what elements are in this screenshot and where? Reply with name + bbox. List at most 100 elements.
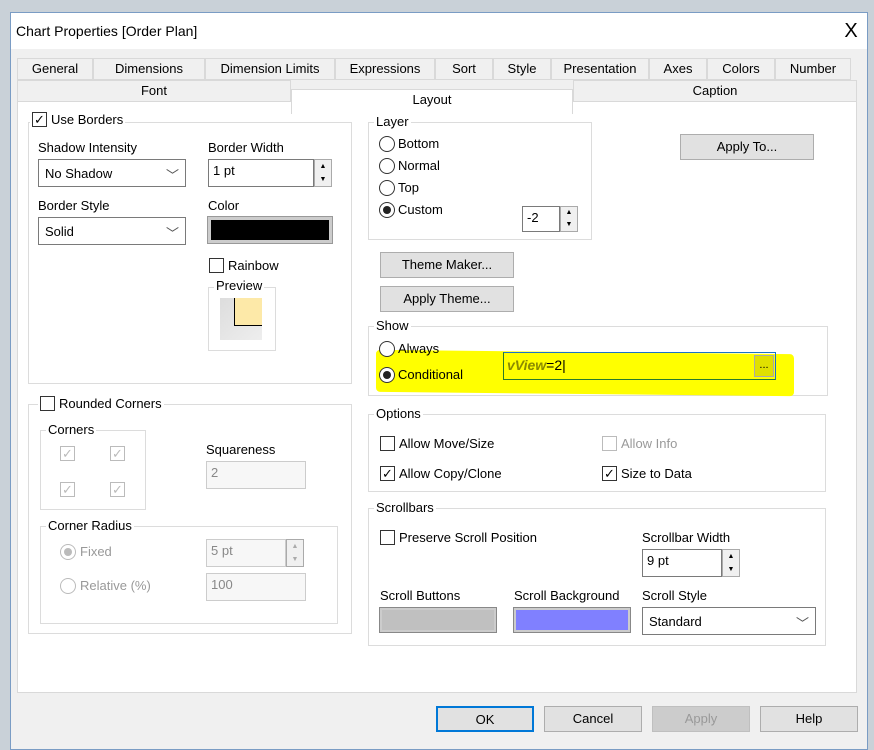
tab-style[interactable]: Style: [493, 58, 551, 80]
expression-variable: vView: [507, 357, 547, 373]
scroll-style-value: Standard: [649, 614, 702, 629]
scrollbar-width-label: Scrollbar Width: [642, 530, 731, 545]
rounded-corners-checkbox[interactable]: Rounded Corners: [38, 396, 164, 411]
scroll-buttons-color[interactable]: [379, 607, 497, 633]
layer-custom-input[interactable]: -2: [522, 206, 560, 232]
layer-top-label: Top: [398, 180, 419, 195]
condition-expression-input[interactable]: vView=2|: [503, 352, 776, 380]
fixed-spinner[interactable]: ▲ ▼: [286, 539, 304, 567]
tab-presentation[interactable]: Presentation: [551, 58, 649, 80]
corner-bottom-left-check[interactable]: ✓: [60, 482, 75, 497]
corners-group: [40, 430, 146, 510]
theme-maker-button[interactable]: Theme Maker...: [380, 252, 514, 278]
preserve-scroll-check[interactable]: [380, 530, 395, 545]
always-radio[interactable]: [379, 341, 395, 357]
layer-bottom-radio[interactable]: [379, 136, 395, 152]
shadow-label: Shadow Intensity: [38, 140, 138, 155]
border-style-select[interactable]: Solid ﹀: [38, 217, 186, 245]
chevron-down-icon: ﹀: [795, 616, 809, 631]
layer-normal-radio[interactable]: [379, 158, 395, 174]
squareness-input[interactable]: 2: [206, 461, 306, 489]
show-label: Show: [374, 318, 411, 333]
rounded-label: Rounded Corners: [59, 396, 162, 411]
border-width-label: Border Width: [208, 140, 284, 155]
tab-expressions[interactable]: Expressions: [335, 58, 435, 80]
border-color-button[interactable]: [207, 216, 333, 244]
shadow-select[interactable]: No Shadow ﹀: [38, 159, 186, 187]
tab-caption[interactable]: Caption: [573, 80, 857, 102]
ok-button[interactable]: OK: [436, 706, 534, 732]
conditional-radio[interactable]: [379, 367, 395, 383]
tab-font[interactable]: Font: [17, 80, 291, 102]
allow-copy-label: Allow Copy/Clone: [399, 466, 502, 481]
options-label: Options: [374, 406, 423, 421]
border-style-value: Solid: [45, 224, 74, 239]
chevron-down-icon: ﹀: [165, 226, 179, 241]
tab-general[interactable]: General: [17, 58, 93, 80]
help-button[interactable]: Help: [760, 706, 858, 732]
scrollbars-label: Scrollbars: [374, 500, 436, 515]
tab-axes[interactable]: Axes: [649, 58, 707, 80]
corners-label: Corners: [46, 422, 97, 437]
expression-editor-button[interactable]: ...: [754, 355, 774, 377]
allow-move-check[interactable]: [380, 436, 395, 451]
border-width-input[interactable]: 1 pt: [208, 159, 314, 187]
preserve-scroll-label: Preserve Scroll Position: [399, 530, 537, 545]
relative-radio[interactable]: [60, 578, 76, 594]
fixed-input[interactable]: 5 pt: [206, 539, 286, 567]
rainbow-checkbox[interactable]: Rainbow: [209, 258, 279, 273]
color-label: Color: [208, 198, 240, 213]
scroll-background-color[interactable]: [513, 607, 631, 633]
tab-number[interactable]: Number: [775, 58, 851, 80]
apply-to-button[interactable]: Apply To...: [680, 134, 814, 160]
cancel-button[interactable]: Cancel: [544, 706, 642, 732]
size-to-data-check[interactable]: ✓: [602, 466, 617, 481]
tab-dimension-limits[interactable]: Dimension Limits: [205, 58, 335, 80]
dialog-title: Chart Properties [Order Plan]: [16, 23, 198, 39]
layout-tab-panel: ✓ Use Borders Shadow Intensity No Shadow ﹀…: [17, 101, 857, 693]
tab-sort[interactable]: Sort: [435, 58, 493, 80]
relative-input[interactable]: 100: [206, 573, 306, 601]
border-style-label: Border Style: [38, 198, 110, 213]
corner-top-left-check[interactable]: ✓: [60, 446, 75, 461]
use-borders-check[interactable]: ✓: [32, 112, 47, 127]
tab-colors[interactable]: Colors: [707, 58, 775, 80]
shadow-value: No Shadow: [45, 166, 113, 181]
scrollbar-width-spinner[interactable]: ▲ ▼: [722, 549, 740, 577]
layer-custom-spinner[interactable]: ▲ ▼: [560, 206, 578, 232]
close-icon[interactable]: X: [837, 17, 865, 45]
always-label: Always: [398, 341, 440, 356]
allow-copy-check[interactable]: ✓: [380, 466, 395, 481]
layer-bottom-label: Bottom: [398, 136, 440, 151]
use-borders-checkbox[interactable]: ✓ Use Borders: [30, 112, 126, 127]
apply-theme-button[interactable]: Apply Theme...: [380, 286, 514, 312]
scroll-buttons-label: Scroll Buttons: [380, 588, 461, 603]
corner-bottom-right-check[interactable]: ✓: [110, 482, 125, 497]
allow-move-label: Allow Move/Size: [399, 436, 495, 451]
scroll-style-select[interactable]: Standard ﹀: [642, 607, 816, 635]
chevron-down-icon: ﹀: [165, 168, 179, 183]
layer-custom-label: Custom: [398, 202, 443, 217]
preview-swatch: [234, 298, 262, 326]
fixed-radio[interactable]: [60, 544, 76, 560]
preview-label: Preview: [214, 278, 265, 293]
use-borders-label: Use Borders: [51, 112, 124, 127]
expression-rest: =2: [546, 357, 563, 373]
tab-dimensions[interactable]: Dimensions: [93, 58, 205, 80]
apply-button[interactable]: Apply: [652, 706, 750, 732]
size-to-data-label: Size to Data: [621, 466, 692, 481]
layer-label: Layer: [374, 114, 411, 129]
layer-normal-label: Normal: [398, 158, 440, 173]
scroll-style-label: Scroll Style: [642, 588, 708, 603]
border-width-spinner[interactable]: ▲ ▼: [314, 159, 332, 187]
rounded-check[interactable]: [40, 396, 55, 411]
relative-label: Relative (%): [80, 578, 151, 593]
scrollbar-width-input[interactable]: 9 pt: [642, 549, 722, 577]
rainbow-label: Rainbow: [228, 258, 279, 273]
rainbow-check[interactable]: [209, 258, 224, 273]
tab-layout[interactable]: Layout: [291, 89, 573, 114]
layer-top-radio[interactable]: [379, 180, 395, 196]
corner-top-right-check[interactable]: ✓: [110, 446, 125, 461]
layer-custom-radio[interactable]: [379, 202, 395, 218]
allow-info-check[interactable]: [602, 436, 617, 451]
